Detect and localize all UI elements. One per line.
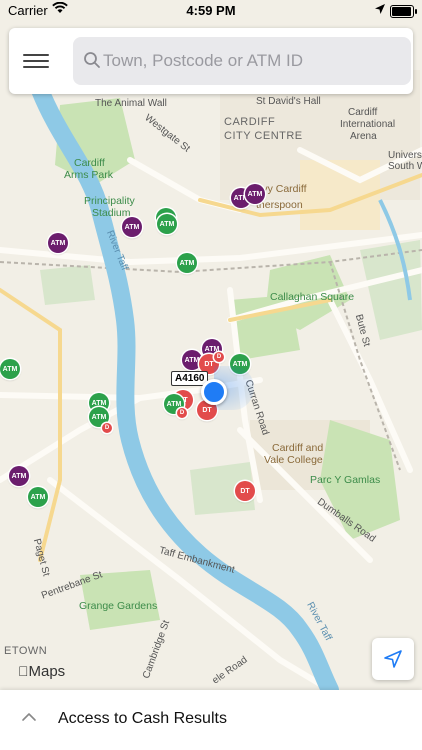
map-label-cardiff-arms: Cardiff bbox=[74, 157, 105, 169]
maps-attribution-text: Maps bbox=[18, 663, 66, 680]
map-label-callaghan-square: Callaghan Square bbox=[270, 291, 355, 303]
map-label-cardiff: CARDIFF bbox=[224, 116, 276, 128]
map-label-stadium: Stadium bbox=[92, 207, 131, 219]
locate-me-button[interactable] bbox=[372, 638, 414, 680]
map-label-cardiff-vale-2: Vale College bbox=[264, 454, 323, 466]
map-label-cardiff-intl-1: Cardiff bbox=[348, 107, 378, 118]
drive-through-pin[interactable]: DT bbox=[235, 481, 255, 501]
map-label-parc-y-gamlas: Parc Y Gamlas bbox=[310, 474, 381, 486]
map-label-cardiff-intl-2: International bbox=[340, 119, 396, 130]
drive-through-small-pin[interactable]: D bbox=[214, 352, 224, 362]
atm-pin[interactable]: ATM bbox=[0, 359, 20, 379]
atm-pin[interactable]: ATM bbox=[9, 466, 29, 486]
atm-pin[interactable]: ATM bbox=[122, 217, 142, 237]
atm-pin[interactable]: ATM bbox=[177, 253, 197, 273]
hamburger-icon-line bbox=[23, 54, 49, 56]
map-label-cardiff-vale-1: Cardiff and bbox=[272, 442, 324, 454]
drive-through-small-pin[interactable]: D bbox=[102, 423, 112, 433]
hamburger-icon-line bbox=[23, 66, 49, 68]
map-view[interactable]: The Animal Wall St David's Hall CARDIFF … bbox=[0, 0, 422, 690]
apple-logo-icon:  bbox=[18, 663, 29, 679]
map-label-therspoon: therspoon bbox=[256, 199, 303, 211]
results-title: Access to Cash Results bbox=[58, 710, 227, 727]
search-input[interactable] bbox=[103, 37, 403, 85]
drive-through-small-pin[interactable]: D bbox=[177, 408, 187, 418]
hamburger-menu-button[interactable] bbox=[23, 50, 49, 72]
map-label-st-davids-hall: St David's Hall bbox=[256, 96, 321, 107]
battery-icon bbox=[390, 5, 417, 18]
map-label-south-w: South W bbox=[388, 161, 422, 172]
map-label-city-centre: CITY CENTRE bbox=[224, 130, 303, 142]
map-label-etown: ETOWN bbox=[4, 645, 48, 657]
atm-pin[interactable]: ATM bbox=[48, 233, 68, 253]
map-label-principality: Principality bbox=[84, 195, 135, 207]
search-field[interactable] bbox=[73, 37, 411, 85]
search-icon bbox=[84, 52, 100, 68]
clock: 4:59 PM bbox=[186, 3, 236, 18]
apple-maps-attribution[interactable]: Maps bbox=[18, 663, 65, 680]
results-bottom-sheet[interactable]: Access to Cash Results bbox=[0, 690, 422, 750]
atm-pin[interactable]: ATM bbox=[28, 487, 48, 507]
map-label-grange-gardens: Grange Gardens bbox=[79, 600, 158, 612]
map-label-lvy-cardiff: lvy Cardiff bbox=[260, 183, 307, 195]
user-location-dot[interactable] bbox=[201, 379, 227, 405]
search-card bbox=[9, 28, 413, 94]
hamburger-icon-line bbox=[23, 60, 49, 62]
map-label-arena: Arena bbox=[350, 131, 377, 142]
map-label-animal-wall: The Animal Wall bbox=[95, 98, 167, 109]
chevron-up-icon[interactable] bbox=[21, 712, 37, 722]
map-label-univers: Univers bbox=[388, 150, 422, 161]
location-services-icon bbox=[375, 4, 385, 14]
map-label-arms-park: Arms Park bbox=[64, 169, 114, 181]
atm-pin[interactable]: ATM bbox=[157, 214, 177, 234]
status-bar: Carrier 4:59 PM bbox=[0, 0, 422, 22]
atm-pin[interactable]: ATM bbox=[245, 184, 265, 204]
location-arrow-icon bbox=[384, 650, 402, 668]
